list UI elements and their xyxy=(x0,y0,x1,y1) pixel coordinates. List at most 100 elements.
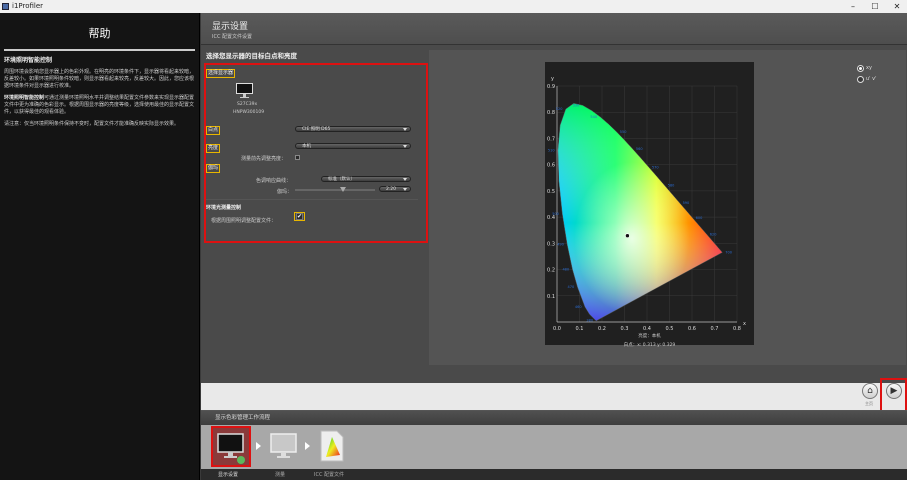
measure-before-label: 测量前先调整亮度： xyxy=(241,156,287,162)
gamma-value-input[interactable]: 2.20 xyxy=(379,186,411,192)
y-tick-label: 0.3 xyxy=(547,241,555,247)
help-divider xyxy=(4,49,195,51)
wavelength-label: 500 xyxy=(552,212,559,216)
monitor-name: S27C39x xyxy=(237,102,258,107)
y-tick-label: 0.5 xyxy=(547,189,555,195)
wavelength-label: 490 xyxy=(557,243,564,247)
help-subtitle: 环境照明智能控制 xyxy=(4,57,53,64)
slider-handle[interactable] xyxy=(340,187,346,192)
help-panel: 帮助 环境照明智能控制 周围环境会影响您显示器上的色彩外观。在明亮的环境条件下，… xyxy=(0,13,200,480)
close-button[interactable]: ✕ xyxy=(886,0,907,13)
white-point-dropdown[interactable]: CIE 照明 D65 xyxy=(295,126,411,132)
y-tick-label: 0.9 xyxy=(547,84,555,90)
workflow-header: 显示色彩管理工作流程 xyxy=(201,411,907,425)
wavelength-label: 600 xyxy=(696,216,703,220)
x-tick-label: 0.7 xyxy=(711,326,719,332)
ambient-label: 根据周围照明调整配置文件： xyxy=(211,218,277,224)
workflow-label-measure: 测量 xyxy=(275,472,286,478)
ambient-checkbox-highlight: ✔ xyxy=(294,212,305,221)
workflow-step-display-settings[interactable] xyxy=(211,425,251,469)
page-subtitle: ICC 配置文件设置 xyxy=(212,34,253,40)
workflow-step-measure[interactable] xyxy=(264,425,304,469)
page-title: 显示设置 xyxy=(212,22,249,32)
ambient-checkbox[interactable]: ✔ xyxy=(296,213,303,220)
y-tick-label: 0.6 xyxy=(547,163,555,169)
measure-before-checkbox[interactable] xyxy=(295,155,300,160)
y-tick-label: 0.2 xyxy=(547,268,555,274)
x-tick-label: 0.0 xyxy=(553,326,561,332)
x-tick-label: 0.5 xyxy=(666,326,674,332)
home-button[interactable]: ⌂ xyxy=(862,383,878,399)
help-paragraph-2-bold: 环境照明智能控制 xyxy=(4,95,45,101)
radio-button[interactable] xyxy=(857,65,864,72)
x-tick-label: 0.3 xyxy=(621,326,629,332)
wavelength-label: 470 xyxy=(568,285,575,289)
wavelength-label: 510 xyxy=(548,148,555,152)
luminance-dropdown[interactable]: 本机 xyxy=(295,143,411,149)
workflow-label-display-settings: 显示设置 xyxy=(218,472,239,478)
radio-xy[interactable]: xy xyxy=(857,65,876,76)
wavelength-label: 460 xyxy=(575,305,582,309)
workflow-arrow-icon xyxy=(256,442,261,450)
monitor-icon[interactable] xyxy=(236,83,253,98)
window-title: i1Profiler xyxy=(12,2,44,10)
section-title: 选择您显示器的目标白点和亮度 xyxy=(206,52,297,60)
workflow-label-icc-profile: ICC 配置文件 xyxy=(314,472,345,478)
minimize-button[interactable]: – xyxy=(842,0,864,13)
chevron-down-icon xyxy=(403,145,407,148)
x-tick-label: 0.1 xyxy=(576,326,584,332)
app-icon xyxy=(2,3,9,10)
color-space-radio-group: xy u' v' xyxy=(857,65,876,87)
play-icon: ▶ xyxy=(890,386,898,396)
wavelength-label: 700 xyxy=(725,250,732,254)
y-tick-label: 0.4 xyxy=(547,215,555,221)
wavelength-label: 620 xyxy=(710,232,717,236)
radio-label-uv: u' v' xyxy=(866,76,877,82)
gamma-value: 2.20 xyxy=(386,187,397,192)
help-paragraph-3: 请注意：仅当环境照明条件保持不变时，配置文件才能准确反映实际显示效果。 xyxy=(4,121,180,127)
x-tick-label: 0.4 xyxy=(643,326,651,332)
help-title: 帮助 xyxy=(88,27,111,40)
tone-response-dropdown[interactable]: 标准（默认） xyxy=(321,176,411,182)
chevron-down-icon xyxy=(403,188,407,191)
tone-response-value: 标准（默认） xyxy=(328,177,355,182)
wavelength-label: 480 xyxy=(562,267,569,271)
chromaticity-chart: 0.0 0.1 0.2 0.3 0.4 0.5 0.6 0.7 0.8 0.1 0.2 0.3 0.4 0… xyxy=(547,76,746,332)
wavelength-label: 580 xyxy=(668,184,675,188)
wavelength-label: 560 xyxy=(636,147,643,151)
maximize-button[interactable]: ☐ xyxy=(864,0,886,13)
workflow-step-icc-profile[interactable] xyxy=(313,425,353,469)
workflow-arrow-icon xyxy=(305,442,310,450)
next-button[interactable]: ▶ xyxy=(886,383,902,399)
wavelength-label: 530 xyxy=(573,103,580,107)
y-tick-label: 0.1 xyxy=(547,294,555,300)
navigation-bar xyxy=(201,383,907,410)
icc-profile-icon xyxy=(320,430,344,462)
x-tick-label: 0.6 xyxy=(688,326,696,332)
radio-uv[interactable]: u' v' xyxy=(857,76,876,87)
wavelength-label: 570 xyxy=(652,165,659,169)
spectral-locus-highlight xyxy=(557,103,723,321)
help-paragraph-1: 周围环境会影响您显示器上的色彩外观。在明亮的环境条件下，显示器将看起来较暗，反差… xyxy=(4,69,195,89)
wavelength-label: 520 xyxy=(556,107,563,111)
gamma-slider[interactable] xyxy=(295,187,375,192)
tone-response-label: 色调响应曲线： xyxy=(256,178,292,184)
wavelength-label: 380 xyxy=(586,319,593,323)
gamma-label: 伽玛 xyxy=(206,164,221,173)
wavelength-label: 540 xyxy=(590,115,597,119)
gamma-value-label: 伽玛： xyxy=(277,189,293,195)
workflow-panel: 显示色彩管理工作流程 显示设置 测量 ICC 配置文件 xyxy=(201,410,907,480)
wavelength-label: 550 xyxy=(620,130,627,134)
y-tick-label: 0.7 xyxy=(547,136,555,142)
window-titlebar: i1Profiler – ☐ ✕ xyxy=(0,0,907,13)
chevron-down-icon xyxy=(403,128,407,131)
radio-button[interactable] xyxy=(857,76,864,83)
page-header: 显示设置 ICC 配置文件设置 xyxy=(201,13,907,45)
radio-label-xy: xy xyxy=(866,65,872,71)
monitor-serial: HNPW300109 xyxy=(233,110,265,115)
x-tick-label: 0.2 xyxy=(598,326,606,332)
y-axis-letter: y xyxy=(551,76,554,82)
home-icon: ⌂ xyxy=(867,386,873,396)
y-tick-label: 0.8 xyxy=(547,110,555,116)
display-settings-icon xyxy=(217,433,245,464)
